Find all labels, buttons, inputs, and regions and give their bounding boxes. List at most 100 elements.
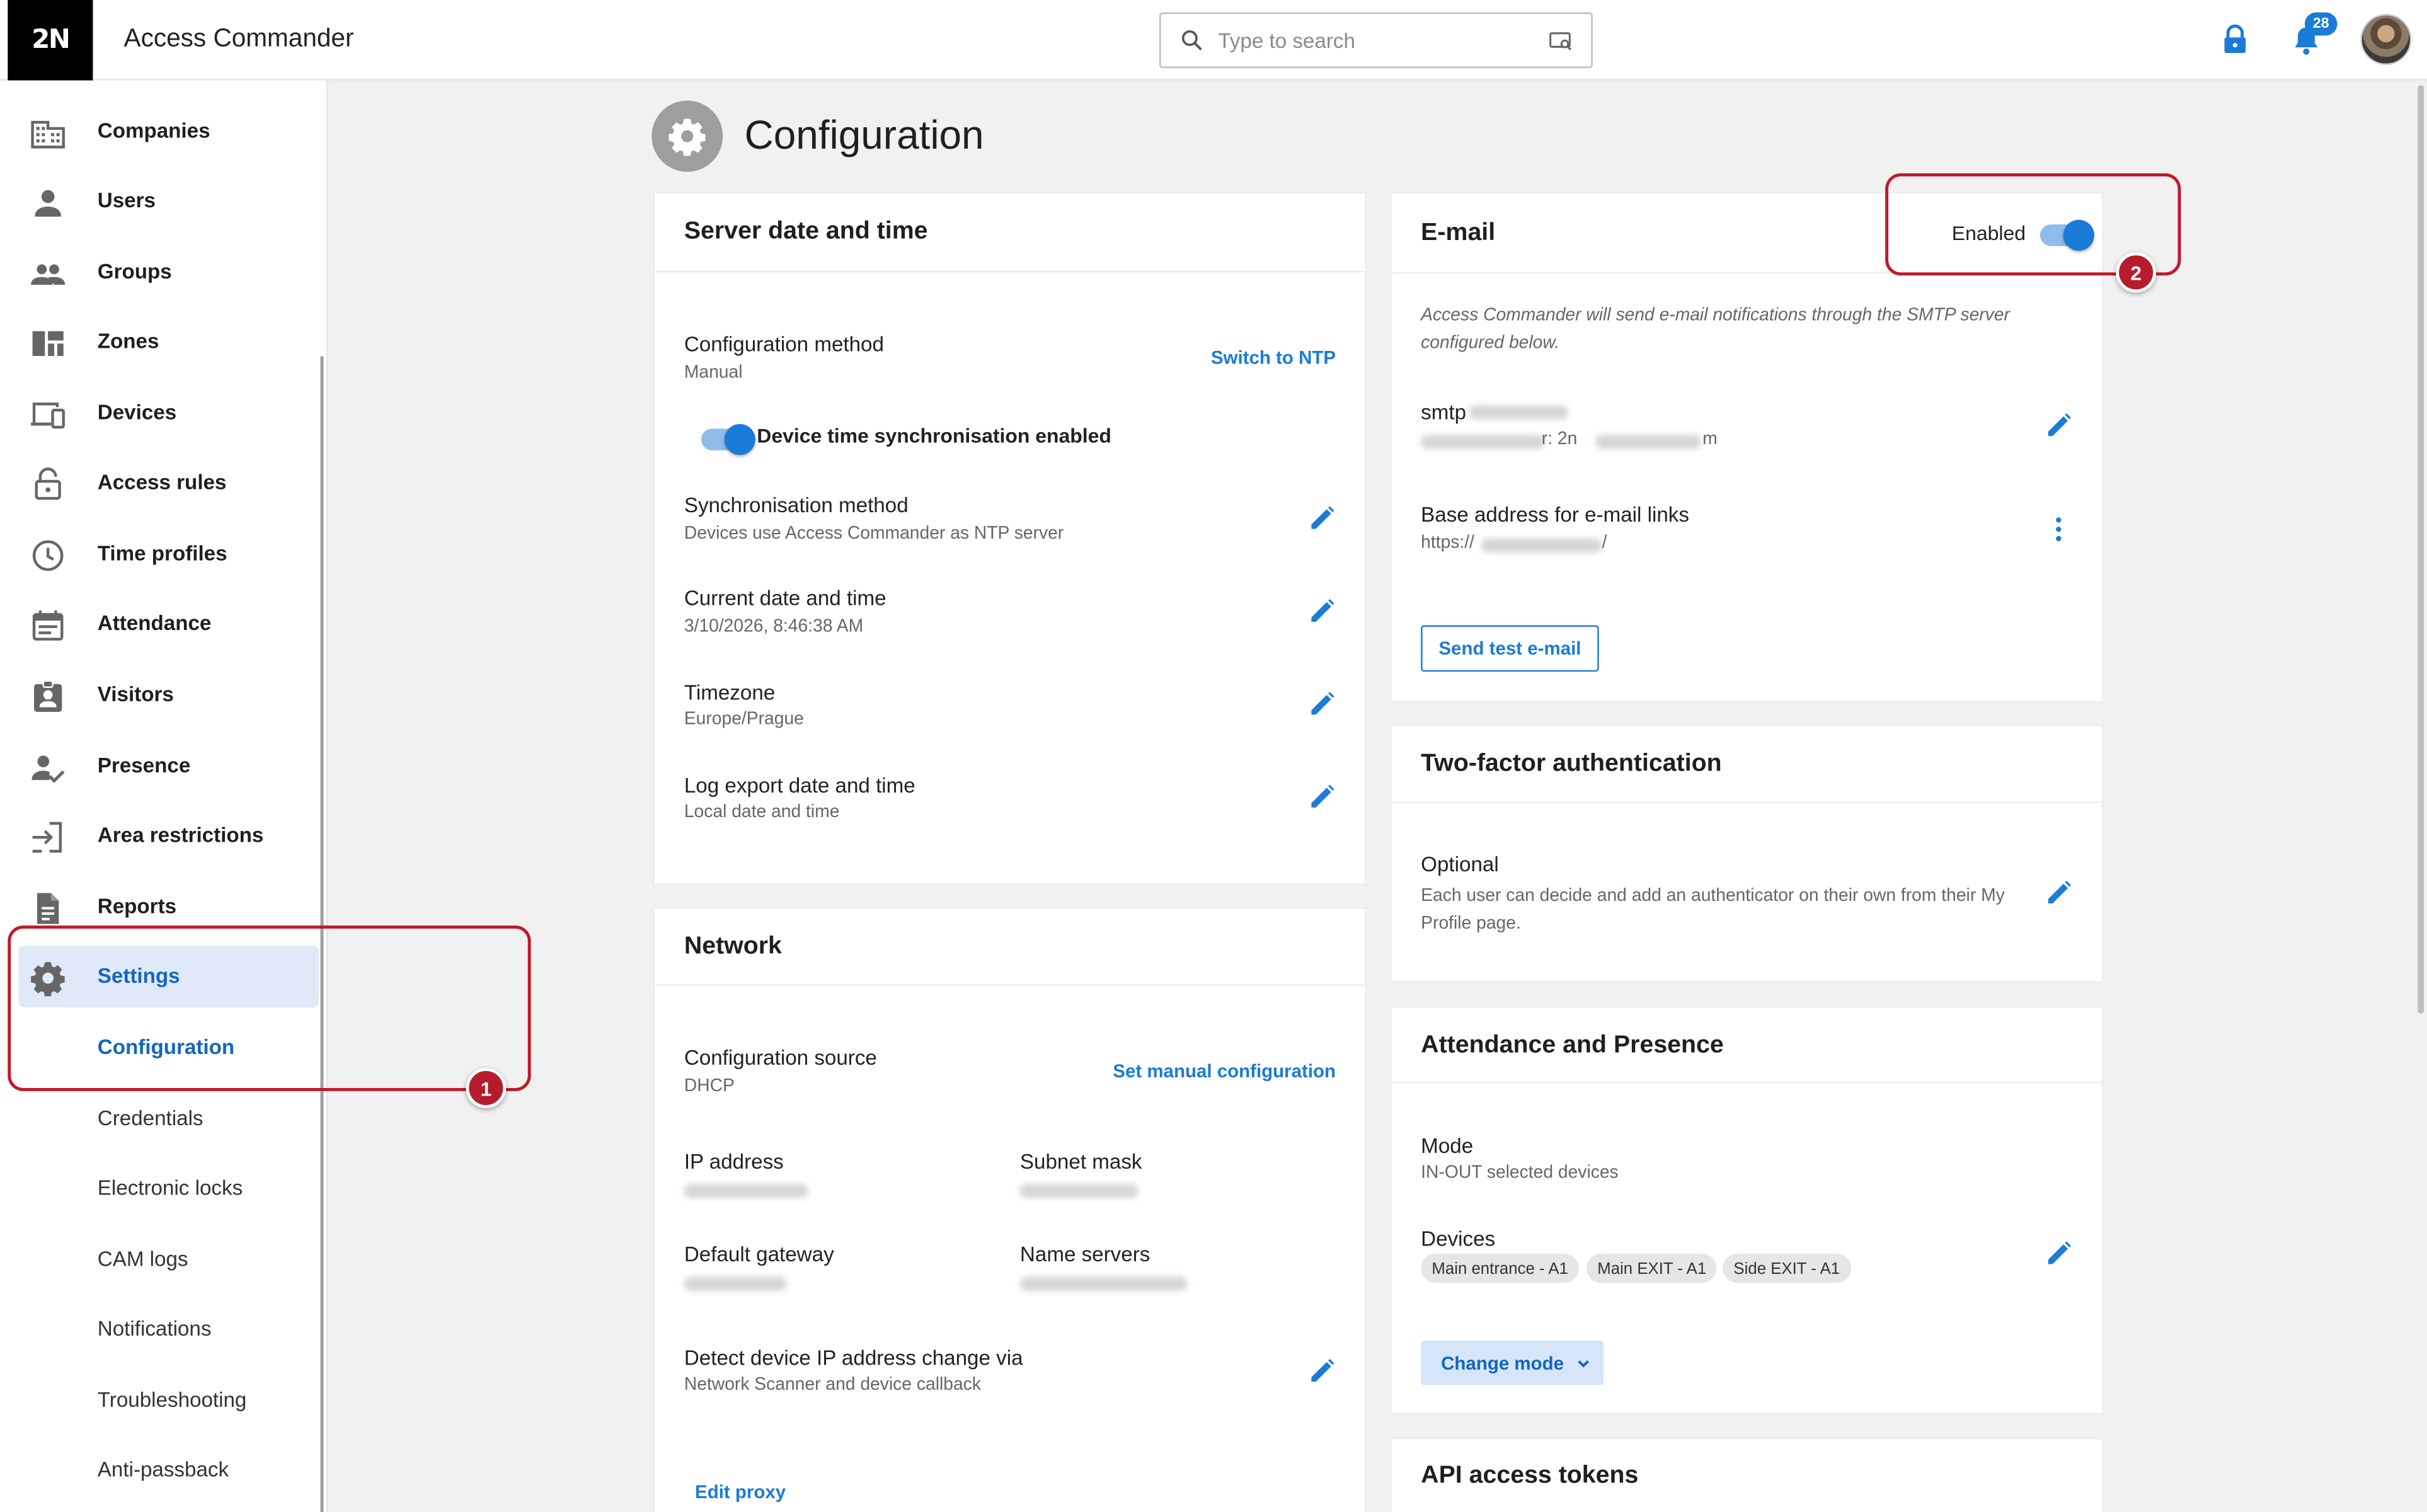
device-chip[interactable]: Main EXIT - A1 — [1586, 1253, 1718, 1283]
sidebar-item-zones[interactable]: Zones — [18, 311, 319, 373]
zones-icon — [32, 331, 64, 357]
lock-icon[interactable] — [2218, 21, 2252, 59]
sidebar-subitem-troubleshooting[interactable]: Troubleshooting — [18, 1370, 319, 1431]
sync-method-value: Devices use Access Commander as NTP serv… — [684, 524, 1064, 544]
change-mode-button[interactable]: Change mode — [1421, 1340, 1604, 1385]
sidebar-item-label: Anti-passback — [97, 1458, 229, 1481]
switch-to-ntp-link[interactable]: Switch to NTP — [1211, 346, 1336, 368]
timezone-label: Timezone — [684, 680, 776, 704]
timezone-value: Europe/Prague — [684, 710, 804, 730]
sidebar-item-companies[interactable]: Companies — [18, 101, 319, 163]
sidebar-item-label: CAM logs — [97, 1247, 188, 1271]
log-export-label: Log export date and time — [684, 774, 915, 798]
card-divider — [1391, 1082, 2103, 1084]
card-title: API access tokens — [1421, 1462, 1639, 1489]
network-card: Network Configuration source DHCP Set ma… — [653, 907, 1367, 1512]
twofa-mode-description: Each user can decide and add an authenti… — [1421, 886, 2005, 934]
config-method-value: Manual — [684, 364, 743, 382]
edit-devices-pencil-icon[interactable] — [2045, 1240, 2072, 1268]
card-title: Attendance and Presence — [1421, 1032, 1724, 1059]
visitor-badge-icon — [34, 680, 62, 713]
config-source-label: Configuration source — [684, 1046, 877, 1070]
callout-number-2: 2 — [2116, 252, 2157, 293]
lock-icon — [35, 467, 61, 500]
name-servers-label: Name servers — [1019, 1242, 1150, 1266]
card-divider — [655, 984, 1365, 986]
set-manual-configuration-link[interactable]: Set manual configuration — [1113, 1060, 1336, 1082]
sidebar-item-label: Zones — [97, 329, 159, 353]
more-vertical-icon[interactable] — [2050, 515, 2068, 543]
app-title: Access Commander — [123, 25, 354, 53]
server-time-card: Server date and time Configuration metho… — [653, 192, 1367, 886]
config-method-label: Configuration method — [684, 333, 884, 357]
sidebar-item-visitors[interactable]: Visitors — [18, 664, 319, 726]
device-time-sync-toggle[interactable] — [701, 424, 755, 455]
sidebar-item-groups[interactable]: Groups — [18, 241, 319, 303]
sidebar-item-label: Devices — [97, 401, 177, 425]
sidebar-item-area-restrictions[interactable]: Area restrictions — [18, 805, 319, 866]
sidebar-item-users[interactable]: Users — [18, 170, 319, 232]
edit-log-export-pencil-icon[interactable] — [1308, 783, 1336, 811]
companies-icon — [31, 120, 65, 149]
send-test-email-button[interactable]: Send test e-mail — [1421, 625, 1599, 672]
card-title: E-mail — [1421, 219, 1496, 246]
sidebar-subitem-electronic-locks[interactable]: Electronic locks — [18, 1158, 319, 1220]
detect-ip-value: Network Scanner and device callback — [684, 1375, 981, 1395]
card-search-icon[interactable] — [1549, 31, 1573, 51]
sidebar-item-access-rules[interactable]: Access rules — [18, 452, 319, 513]
smtp-server-redacted — [1469, 405, 1568, 420]
sidebar-item-devices[interactable]: Devices — [18, 382, 319, 444]
ip-address-label: IP address — [684, 1150, 784, 1174]
sidebar-subitem-notifications[interactable]: Notifications — [18, 1298, 319, 1360]
edit-detect-ip-pencil-icon[interactable] — [1308, 1357, 1336, 1385]
report-icon — [37, 893, 59, 924]
edit-sync-method-pencil-icon[interactable] — [1308, 505, 1336, 532]
default-gateway-label: Default gateway — [684, 1242, 834, 1266]
name-servers-value-redacted — [1019, 1276, 1188, 1291]
page-scrollbar[interactable] — [2418, 85, 2424, 1014]
sidebar-item-label: Reports — [97, 894, 177, 918]
search-input[interactable]: Type to search — [1218, 30, 1355, 53]
api-tokens-card: API access tokens — [1390, 1438, 2104, 1512]
device-chip[interactable]: Side EXIT - A1 — [1723, 1253, 1851, 1283]
smtp-user-prefix: r: 2n — [1541, 430, 1578, 449]
brand-logo[interactable]: 2N — [8, 0, 93, 81]
calendar-icon — [32, 610, 64, 641]
edit-proxy-link[interactable]: Edit proxy — [695, 1481, 786, 1503]
detect-ip-label: Detect device IP address change via — [684, 1346, 1023, 1370]
base-address-label: Base address for e-mail links — [1421, 503, 1689, 527]
device-chip[interactable]: Main entrance - A1 — [1421, 1253, 1580, 1283]
page-title: Configuration — [744, 111, 984, 158]
card-title: Two-factor authentication — [1421, 750, 1722, 777]
sidebar-item-label: Attendance — [97, 611, 212, 635]
sidebar-item-label: Presence — [97, 753, 191, 777]
edit-smtp-pencil-icon[interactable] — [2045, 411, 2072, 439]
edit-datetime-pencil-icon[interactable] — [1308, 597, 1336, 625]
area-restrictions-icon — [32, 822, 62, 853]
twofa-mode-label: Optional — [1421, 852, 1499, 876]
config-source-value: DHCP — [684, 1077, 735, 1096]
sidebar-subitem-anti-passback[interactable]: Anti-passback — [18, 1440, 319, 1501]
edit-twofa-pencil-icon[interactable] — [2045, 879, 2072, 907]
gateway-value-redacted — [684, 1276, 786, 1291]
current-datetime-value: 3/10/2026, 8:46:38 AM — [684, 617, 864, 636]
base-address-suffix: / — [1602, 534, 1607, 553]
sidebar-subitem-credentials[interactable]: Credentials — [18, 1088, 319, 1150]
avatar[interactable] — [2360, 14, 2412, 66]
sidebar-item-attendance[interactable]: Attendance — [18, 593, 319, 655]
sidebar-item-presence[interactable]: Presence — [18, 735, 319, 797]
attendance-presence-card: Attendance and Presence Mode IN-OUT sele… — [1390, 1005, 2104, 1415]
base-address-redacted — [1481, 538, 1602, 553]
smtp-user-email-redacted — [1595, 435, 1701, 449]
change-mode-label: Change mode — [1441, 1351, 1564, 1374]
top-bar: 2N Access Commander Type to search 28 — [0, 0, 2427, 81]
sidebar-item-time-profiles[interactable]: Time profiles — [18, 523, 319, 585]
log-export-value: Local date and time — [684, 803, 840, 822]
sidebar-subitem-cam-logs[interactable]: CAM logs — [18, 1229, 319, 1291]
edit-timezone-pencil-icon[interactable] — [1308, 690, 1336, 718]
sidebar-item-label: Notifications — [97, 1317, 212, 1341]
search-box[interactable]: Type to search — [1159, 12, 1593, 69]
sidebar-item-label: Users — [97, 188, 156, 212]
notification-badge: 28 — [2304, 12, 2338, 36]
mode-value: IN-OUT selected devices — [1421, 1164, 1619, 1183]
